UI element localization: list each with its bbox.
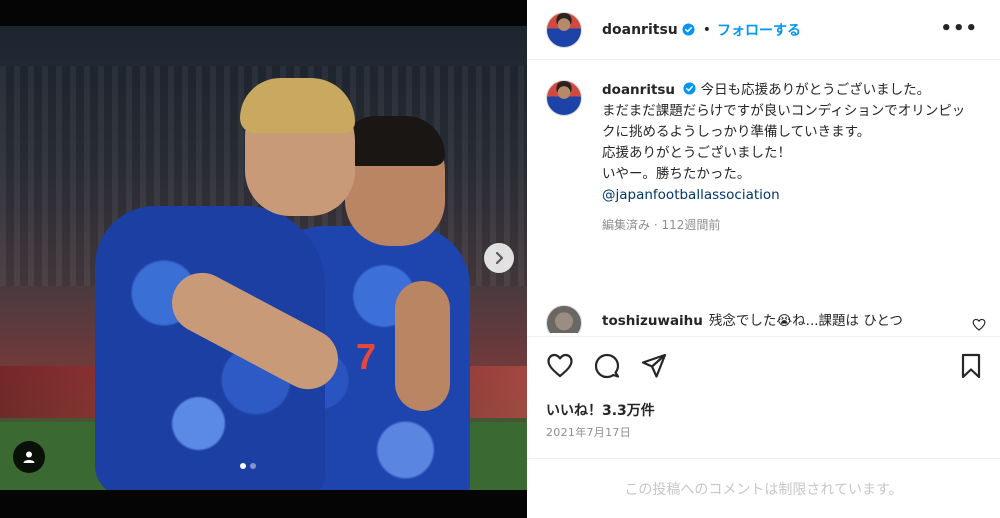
carousel-dot-active <box>240 463 246 469</box>
post-caption: doanritsu 今日も応援ありがとうございました。 まだまだ課題だらけですが… <box>546 80 986 236</box>
comment-avatar[interactable] <box>546 305 582 333</box>
avatar[interactable] <box>546 11 582 48</box>
instagram-post: 7 doanritsu • フォローする ••• doanritsu 今日も応援… <box>0 0 1000 518</box>
player-right-arm <box>395 281 450 411</box>
caption-line-4: いやー。勝ちたかった。 <box>602 166 751 182</box>
carousel-dot <box>250 463 256 469</box>
comment-icon[interactable] <box>593 352 621 380</box>
verified-badge-icon <box>683 82 696 95</box>
comment-like-icon[interactable] <box>972 318 986 331</box>
header-username[interactable]: doanritsu <box>602 22 678 38</box>
comment-text: 残念でした😭ね...課題は ひとつ <box>708 313 903 329</box>
user-tag-icon <box>23 451 35 463</box>
post-media: 7 <box>0 0 527 518</box>
chevron-right-icon <box>496 252 503 264</box>
post-side-panel: doanritsu • フォローする ••• doanritsu 今日も応援あり… <box>527 0 1000 518</box>
caption-line-2: まだまだ課題だらけですが良いコンディションでオリンピックに挑めるようしっかり準備… <box>602 103 966 140</box>
comment-text-wrap: toshizuwaihu 残念でした😭ね...課題は ひとつ <box>602 309 903 333</box>
caption-text: doanritsu 今日も応援ありがとうございました。 まだまだ課題だらけですが… <box>602 80 972 236</box>
next-slide-button[interactable] <box>484 243 514 273</box>
jersey-number: 7 <box>356 336 377 377</box>
carousel-indicator <box>240 463 256 469</box>
caption-mention-link[interactable]: @japanfootballassociation <box>602 185 972 206</box>
post-header: doanritsu • フォローする ••• <box>527 0 1000 60</box>
player-right-hair <box>340 116 445 166</box>
heart-icon[interactable] <box>546 352 574 380</box>
share-icon[interactable] <box>640 352 668 380</box>
post-photo[interactable]: 7 <box>0 26 527 490</box>
verified-badge-icon <box>682 23 695 36</box>
header-separator: • <box>702 21 712 38</box>
more-options-button[interactable]: ••• <box>940 18 978 39</box>
comment-item: toshizuwaihu 残念でした😭ね...課題は ひとつ <box>546 305 996 333</box>
caption-line-1: 今日も応援ありがとうございました。 <box>700 82 931 98</box>
tagged-users-button[interactable] <box>13 441 45 473</box>
comments-restricted-notice: この投稿へのコメントは制限されています。 <box>527 458 1000 518</box>
action-bar <box>527 336 1000 396</box>
caption-avatar[interactable] <box>546 80 582 116</box>
likes-count[interactable]: いいね！3.3万件 <box>546 400 655 420</box>
caption-username[interactable]: doanritsu <box>602 82 675 98</box>
follow-button[interactable]: フォローする <box>717 20 801 40</box>
caption-meta: 編集済み · 112週間前 <box>602 218 721 232</box>
comment-username[interactable]: toshizuwaihu <box>602 313 703 329</box>
player-left-hair <box>240 78 355 133</box>
bookmark-icon[interactable] <box>957 352 985 380</box>
caption-line-3: 応援ありがとうございました！ <box>602 145 791 161</box>
post-date: 2021年7月17日 <box>546 426 631 439</box>
